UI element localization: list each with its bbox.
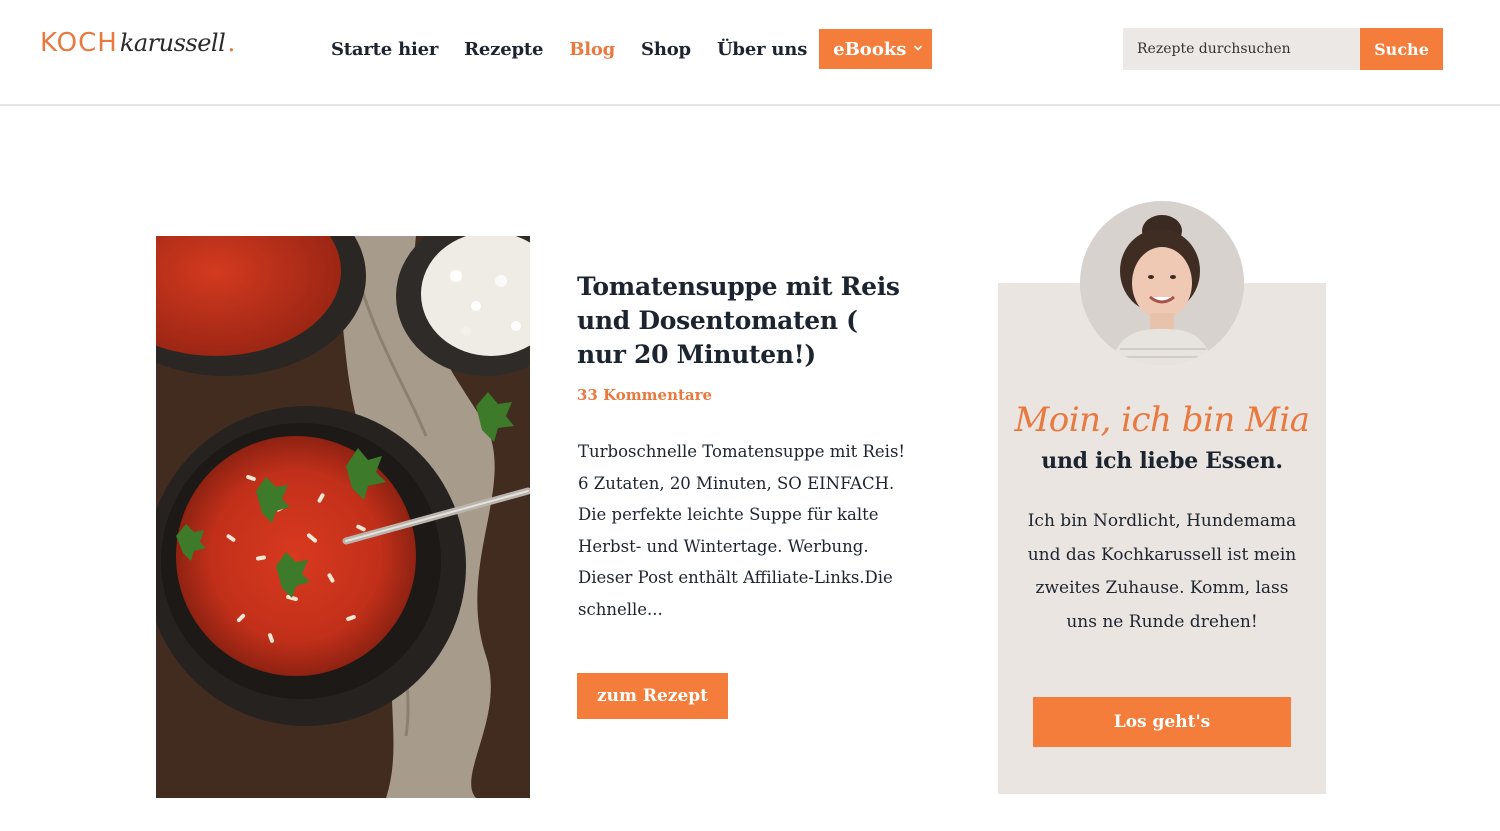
avatar	[1080, 201, 1244, 365]
search-button[interactable]: Suche	[1360, 28, 1443, 70]
nav-item-ebooks[interactable]: eBooks	[819, 29, 933, 69]
main-nav: Starte hier Rezepte Blog Shop Über uns e…	[331, 29, 933, 69]
nav-item-rezepte[interactable]: Rezepte	[464, 39, 543, 60]
chevron-down-icon[interactable]	[912, 42, 924, 54]
search-input[interactable]	[1123, 28, 1360, 70]
logo-dot: .	[227, 28, 236, 58]
post-comments-link[interactable]: 33 Kommentare	[577, 386, 712, 404]
nav-item-blog[interactable]: Blog	[569, 39, 615, 60]
about-greeting: Moin, ich bin Mia	[1014, 400, 1310, 440]
nav-item-ueber-uns[interactable]: Über uns	[717, 39, 807, 60]
post-excerpt: Turboschnelle Tomatensuppe mit Reis! 6 Z…	[578, 442, 906, 619]
nav-item-shop[interactable]: Shop	[641, 39, 691, 60]
post-image[interactable]	[156, 236, 530, 798]
search-form: Suche	[1123, 28, 1443, 70]
los-gehts-button[interactable]: Los geht's	[1033, 697, 1291, 747]
nav-ebooks-label: eBooks	[833, 38, 907, 60]
about-text: Ich bin Nordlicht, Hundemama und das Koc…	[1027, 511, 1297, 633]
site-header: KOCH karussell . Starte hier Rezepte Blo…	[0, 0, 1500, 106]
portrait-photo	[1080, 201, 1244, 365]
post-title[interactable]: Tomatensuppe mit Reis und Dosentomaten (…	[577, 270, 907, 372]
site-logo[interactable]: KOCH karussell .	[40, 28, 236, 64]
nav-item-starte-hier[interactable]: Starte hier	[331, 39, 438, 60]
about-heading: und ich liebe Essen.	[1041, 448, 1283, 474]
zum-rezept-button[interactable]: zum Rezept	[577, 673, 728, 719]
tomato-soup-photo	[156, 236, 530, 798]
logo-koch: KOCH	[40, 28, 118, 58]
logo-karussell: karussell	[119, 29, 226, 57]
